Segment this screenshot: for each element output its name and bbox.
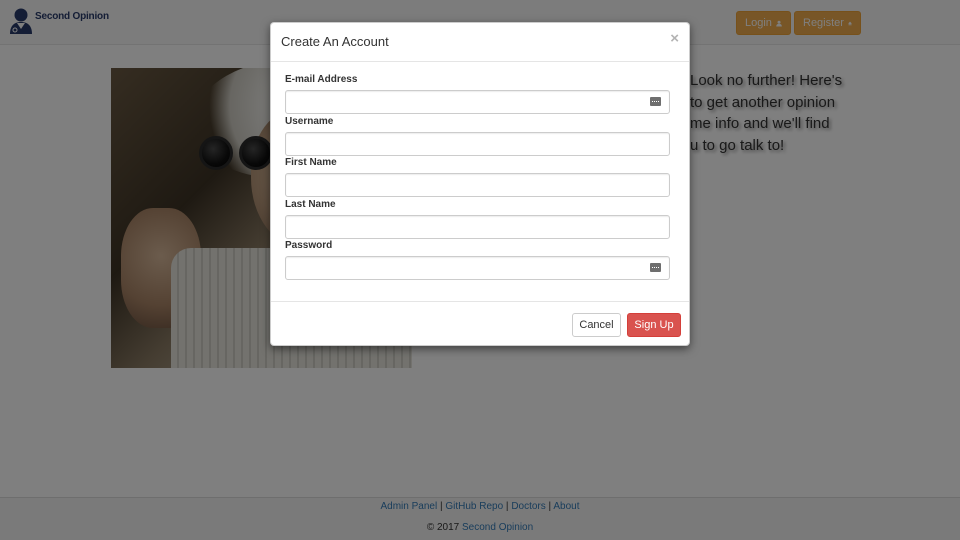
password-label: Password xyxy=(285,240,333,251)
create-account-modal: Create An Account × E-mail Address Usern… xyxy=(270,22,690,346)
email-field[interactable] xyxy=(285,90,670,114)
cancel-button[interactable]: Cancel xyxy=(572,313,621,337)
last-name-field[interactable] xyxy=(285,215,670,239)
email-label: E-mail Address xyxy=(285,74,358,85)
password-field[interactable] xyxy=(285,256,670,280)
modal-header: Create An Account × xyxy=(271,23,689,62)
username-label: Username xyxy=(285,116,334,127)
close-icon[interactable]: × xyxy=(670,31,679,46)
last-name-label: Last Name xyxy=(285,199,336,210)
sign-up-button[interactable]: Sign Up xyxy=(627,313,681,337)
first-name-label: First Name xyxy=(285,157,337,168)
username-field[interactable] xyxy=(285,132,670,156)
first-name-field[interactable] xyxy=(285,173,670,197)
modal-title: Create An Account xyxy=(281,34,389,49)
autofill-key-icon[interactable] xyxy=(650,97,661,106)
autofill-key-icon[interactable] xyxy=(650,263,661,272)
modal-footer-divider xyxy=(271,301,689,302)
